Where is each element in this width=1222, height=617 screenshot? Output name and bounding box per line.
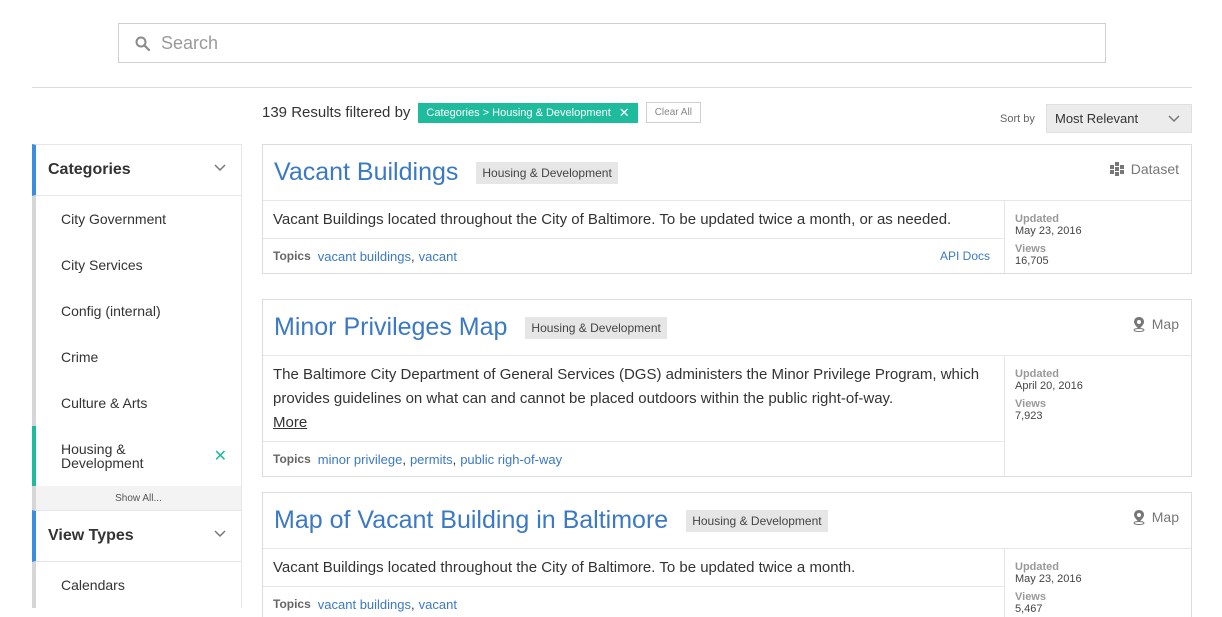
topic-separator: ,: [452, 451, 457, 467]
topic-separator: ,: [411, 596, 415, 612]
show-all-link[interactable]: Show All...: [36, 486, 241, 510]
views-label: Views: [1015, 243, 1046, 255]
dataset-icon: [1109, 161, 1125, 177]
views-count: 16,705: [1015, 255, 1049, 267]
category-tag[interactable]: Housing & Development: [476, 161, 618, 184]
sidebar-filters: Categories City Government City Services…: [32, 144, 242, 608]
close-icon[interactable]: ✕: [214, 446, 227, 466]
categories-header[interactable]: Categories: [32, 144, 242, 196]
sort-selected-value: Most Relevant: [1055, 111, 1139, 126]
topic-link[interactable]: vacant buildings: [318, 597, 411, 612]
view-types-list: Calendars: [32, 562, 242, 608]
results-header: 139 Results filtered by Categories > Hou…: [262, 102, 701, 123]
search-icon: [133, 34, 151, 52]
updated-label: Updated: [1015, 561, 1059, 573]
updated-date: April 20, 2016: [1015, 380, 1083, 392]
card-description: Vacant Buildings located throughout the …: [263, 201, 1004, 239]
clear-all-button[interactable]: Clear All: [645, 102, 701, 123]
topics-label: Topics: [273, 249, 311, 263]
topic-link[interactable]: minor privilege: [318, 452, 403, 467]
sidebar-item-culture-arts[interactable]: Culture & Arts: [36, 380, 241, 426]
sidebar-item-city-services[interactable]: City Services: [36, 242, 241, 288]
card-topics: Topics minor privilege, permits, public …: [263, 442, 1004, 476]
topic-separator: ,: [411, 248, 415, 264]
results-count: 139 Results filtered by: [262, 104, 411, 121]
sort-select[interactable]: Most Relevant: [1046, 104, 1192, 133]
divider: [32, 87, 1192, 88]
result-card: Map of Vacant Building in Baltimore Hous…: [262, 492, 1192, 617]
card-header: Minor Privileges Map Housing & Developme…: [263, 300, 1191, 356]
topic-link[interactable]: permits: [410, 452, 453, 467]
updated-date: May 23, 2016: [1015, 573, 1082, 585]
map-pin-icon: [1132, 316, 1146, 332]
topic-link[interactable]: vacant: [419, 249, 457, 264]
api-docs-link[interactable]: API Docs: [940, 249, 990, 263]
view-type-label: Dataset: [1109, 161, 1179, 177]
view-type-text: Dataset: [1130, 161, 1179, 177]
more-link[interactable]: More: [273, 414, 307, 431]
category-tag[interactable]: Housing & Development: [686, 509, 828, 532]
sidebar-item-crime[interactable]: Crime: [36, 334, 241, 380]
card-title-link[interactable]: Minor Privileges Map: [274, 313, 507, 342]
active-filter-chip[interactable]: Categories > Housing & Development ✕: [418, 102, 638, 123]
views-label: Views: [1015, 591, 1046, 603]
map-pin-icon: [1132, 509, 1146, 525]
filter-chip-label: Categories > Housing & Development: [426, 106, 611, 119]
card-description: Vacant Buildings located throughout the …: [263, 549, 1004, 587]
categories-list: City Government City Services Config (in…: [32, 196, 242, 510]
search-box[interactable]: [118, 23, 1106, 63]
category-tag[interactable]: Housing & Development: [525, 316, 667, 339]
card-description: The Baltimore City Department of General…: [263, 356, 1004, 442]
topic-link[interactable]: public righ-of-way: [460, 452, 562, 467]
card-title-link[interactable]: Vacant Buildings: [274, 158, 458, 187]
view-type-text: Map: [1151, 509, 1179, 525]
view-type-text: Map: [1151, 316, 1179, 332]
description-text: The Baltimore City Department of General…: [273, 366, 980, 407]
description-text: Vacant Buildings located throughout the …: [273, 559, 856, 576]
view-types-title: View Types: [48, 527, 134, 544]
chevron-down-icon: [213, 527, 227, 546]
remove-filter-icon[interactable]: ✕: [619, 105, 630, 121]
sidebar-item-calendars[interactable]: Calendars: [36, 562, 241, 608]
card-meta: Updated May 23, 2016 Views 5,467: [1005, 549, 1082, 617]
views-count: 5,467: [1015, 603, 1043, 615]
views-label: Views: [1015, 398, 1046, 410]
views-count: 7,923: [1015, 410, 1043, 422]
card-topics: Topics vacant buildings, vacant: [263, 587, 1004, 617]
chevron-down-icon: [213, 161, 227, 180]
topics-label: Topics: [273, 597, 311, 611]
sidebar-item-city-government[interactable]: City Government: [36, 196, 241, 242]
view-types-header[interactable]: View Types: [32, 510, 242, 562]
chevron-down-icon: [1167, 112, 1181, 129]
sidebar-item-label: Housing & Development: [61, 441, 144, 471]
description-text: Vacant Buildings located throughout the …: [273, 211, 952, 228]
sort-label: Sort by: [1000, 113, 1035, 125]
updated-label: Updated: [1015, 368, 1059, 380]
updated-label: Updated: [1015, 213, 1059, 225]
sidebar-item-housing-development[interactable]: Housing & Development ✕: [32, 426, 241, 486]
view-type-label: Map: [1132, 509, 1179, 525]
result-card: Minor Privileges Map Housing & Developme…: [262, 299, 1192, 477]
sidebar-item-config-internal[interactable]: Config (internal): [36, 288, 241, 334]
topics-label: Topics: [273, 452, 311, 466]
card-header: Map of Vacant Building in Baltimore Hous…: [263, 493, 1191, 549]
card-title-link[interactable]: Map of Vacant Building in Baltimore: [274, 506, 668, 535]
topic-separator: ,: [402, 451, 406, 467]
view-type-label: Map: [1132, 316, 1179, 332]
card-meta: Updated May 23, 2016 Views 16,705: [1005, 201, 1082, 273]
result-card: Vacant Buildings Housing & Development D…: [262, 144, 1192, 274]
search-input[interactable]: [161, 32, 1061, 54]
topic-link[interactable]: vacant: [419, 597, 457, 612]
card-header: Vacant Buildings Housing & Development D…: [263, 145, 1191, 201]
updated-date: May 23, 2016: [1015, 225, 1082, 237]
card-meta: Updated April 20, 2016 Views 7,923: [1005, 356, 1083, 476]
card-topics: Topics vacant buildings, vacant API Docs: [263, 239, 1004, 273]
topic-link[interactable]: vacant buildings: [318, 249, 411, 264]
categories-title: Categories: [48, 161, 131, 178]
